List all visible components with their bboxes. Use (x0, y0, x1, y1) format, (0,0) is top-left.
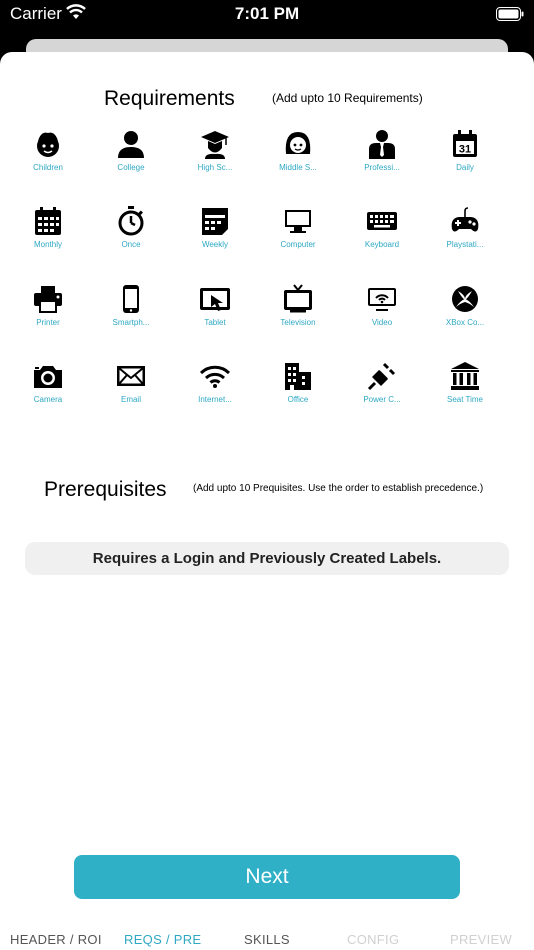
requirement-label: XBox Co... (445, 318, 485, 327)
calendar-week-icon (202, 208, 228, 235)
requirement-label: Middle S... (279, 163, 317, 172)
child-face-icon (37, 132, 59, 157)
requirement-college[interactable]: College (89, 125, 173, 185)
power-cord-icon (367, 362, 396, 391)
status-bar: Carrier 7:01 PM (0, 0, 534, 30)
requirement-label: Daily (456, 163, 474, 172)
requirement-children[interactable]: Children (6, 125, 90, 185)
requirement-internet[interactable]: Internet... (173, 357, 257, 417)
requirement-monthly[interactable]: Monthly (6, 202, 90, 262)
requirement-power-c[interactable]: Power C... (340, 357, 424, 417)
person-icon (118, 131, 144, 158)
requirement-professi[interactable]: Professi... (340, 125, 424, 185)
requirements-title: Requirements (104, 87, 235, 110)
calendar-day-icon: 31 (453, 130, 477, 157)
tab-skills[interactable]: SKILLS (244, 932, 290, 947)
smartphone-icon (123, 285, 139, 313)
tab-header-roi[interactable]: HEADER / ROI (10, 932, 102, 947)
requirement-label: Video (371, 318, 393, 327)
requirement-label: Smartph... (112, 318, 150, 327)
requirement-keyboard[interactable]: Keyboard (340, 202, 424, 262)
requirement-label: Television (280, 318, 316, 327)
svg-text:31: 31 (459, 144, 471, 156)
requirements-note: (Add upto 10 Requirements) (272, 91, 423, 105)
wifi-icon (199, 365, 231, 388)
professional-icon (369, 130, 395, 159)
prerequisites-title: Prerequisites (44, 478, 167, 501)
requirement-computer[interactable]: Computer (256, 202, 340, 262)
requirement-label: Printer (36, 318, 60, 327)
keyboard-icon (367, 212, 397, 230)
xbox-icon (452, 286, 478, 312)
requirement-label: Tablet (204, 318, 226, 327)
camera-icon (34, 366, 62, 388)
tablet-icon (200, 288, 230, 311)
requirement-middle-s[interactable]: Middle S... (256, 125, 340, 185)
stopwatch-icon (118, 206, 144, 236)
requirement-label: Seat Time (446, 395, 483, 404)
requirement-video[interactable]: Video (340, 280, 424, 340)
prerequisites-note: (Add upto 10 Prequisites. Use the order … (193, 483, 484, 494)
gamepad-icon (451, 207, 479, 232)
computer-icon (285, 210, 311, 233)
graduate-icon (201, 131, 229, 159)
tab-preview[interactable]: PREVIEW (450, 932, 512, 947)
requirement-label: Internet... (198, 395, 232, 404)
requirement-label: Once (121, 240, 141, 249)
requirement-once[interactable]: Once (89, 202, 173, 262)
requirement-playstati[interactable]: Playstati... (423, 202, 507, 262)
requirement-label: Playstati... (446, 240, 484, 249)
requirement-email[interactable]: Email (89, 357, 173, 417)
requirement-label: Camera (33, 395, 63, 404)
requirement-xbox-co[interactable]: XBox Co... (423, 280, 507, 340)
clock: 7:01 PM (234, 4, 300, 23)
video-icon (368, 288, 396, 311)
printer-icon (34, 286, 62, 313)
requirement-label: Children (33, 163, 63, 172)
requirement-label: Power C... (363, 395, 401, 404)
next-button[interactable]: Next (74, 855, 460, 899)
tab-reqs-pre[interactable]: REQS / PRE (124, 932, 201, 947)
requirement-smartph[interactable]: Smartph... (89, 280, 173, 340)
office-icon (285, 363, 311, 390)
requirement-label: College (117, 163, 145, 172)
requirement-weekly[interactable]: Weekly (173, 202, 257, 262)
tab-config[interactable]: CONFIG (347, 932, 399, 947)
television-icon (284, 284, 312, 313)
requirement-seat-time[interactable]: Seat Time (423, 357, 507, 417)
requirement-label: High Sc... (197, 163, 233, 172)
email-icon (117, 366, 145, 386)
calendar-month-icon (35, 207, 61, 235)
prerequisite-message: Requires a Login and Previously Created … (25, 542, 509, 575)
requirement-television[interactable]: Television (256, 280, 340, 340)
requirement-tablet[interactable]: Tablet (173, 280, 257, 340)
requirement-camera[interactable]: Camera (6, 357, 90, 417)
requirement-label: Email (120, 395, 141, 404)
requirement-printer[interactable]: Printer (6, 280, 90, 340)
battery-icon (496, 7, 524, 21)
requirement-label: Office (287, 395, 309, 404)
requirement-daily[interactable]: 31 Daily (423, 125, 507, 185)
requirement-office[interactable]: Office (256, 357, 340, 417)
requirement-label: Computer (280, 240, 316, 249)
institution-icon (451, 362, 479, 390)
requirement-label: Weekly (201, 240, 229, 249)
requirement-high-sc[interactable]: High Sc... (173, 125, 257, 185)
girl-face-icon (285, 132, 311, 154)
requirement-label: Monthly (33, 240, 62, 249)
requirement-label: Keyboard (364, 240, 400, 249)
requirement-label: Professi... (364, 163, 400, 172)
